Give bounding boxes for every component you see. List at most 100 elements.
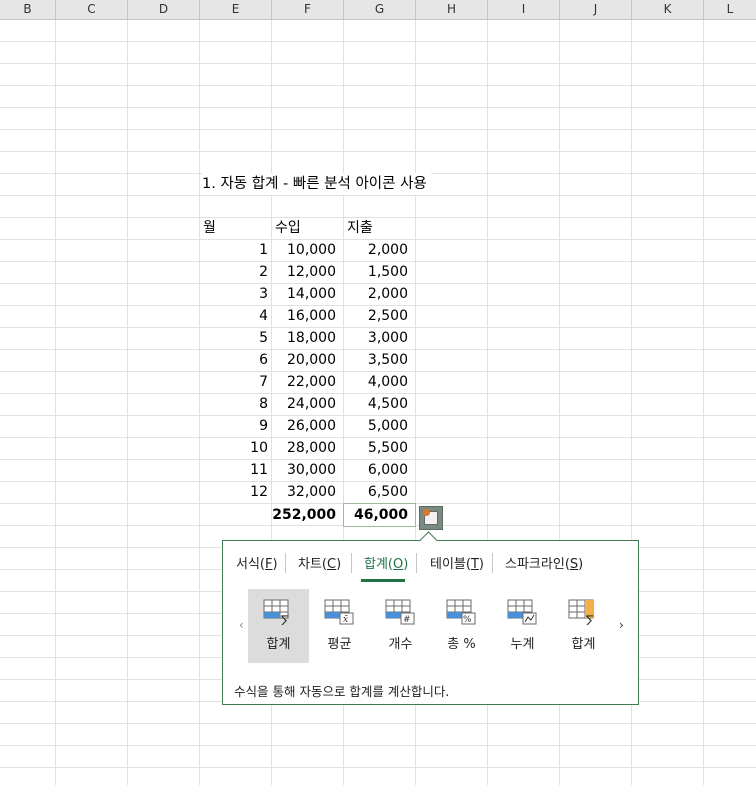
active-tab-underline <box>361 579 405 582</box>
tab-divider <box>351 553 352 573</box>
header-month[interactable]: 월 <box>203 217 216 239</box>
quick-analysis-popup: 서식(F) 차트(C) 합계(O) 테이블(T) 스파크라인(S) ‹ ∑ 합계 <box>222 531 639 705</box>
expense-cell[interactable]: 5,000 <box>344 415 408 437</box>
income-cell[interactable]: 10,000 <box>272 239 336 261</box>
income-cell[interactable]: 30,000 <box>272 459 336 481</box>
month-cell[interactable]: 2 <box>200 261 268 283</box>
expense-cell[interactable]: 4,000 <box>344 371 408 393</box>
tab-sparklines[interactable]: 스파크라인(S) <box>505 553 583 572</box>
gridline <box>55 20 56 785</box>
column-header-bar: B C D E F G H I J K L <box>0 0 756 20</box>
scroll-right-arrow[interactable]: › <box>619 618 624 632</box>
column-header-e[interactable]: E <box>200 0 272 19</box>
tab-divider <box>492 553 493 573</box>
month-cell[interactable]: 10 <box>200 437 268 459</box>
income-cell[interactable]: 18,000 <box>272 327 336 349</box>
month-cell[interactable]: 5 <box>200 327 268 349</box>
average-icon: x̄ <box>324 599 354 625</box>
svg-text:∑: ∑ <box>281 613 289 625</box>
month-cell[interactable]: 7 <box>200 371 268 393</box>
option-sum-columns[interactable]: ∑ 합계 <box>553 589 614 663</box>
month-cell[interactable]: 12 <box>200 481 268 503</box>
month-cell[interactable]: 3 <box>200 283 268 305</box>
month-cell[interactable]: 11 <box>200 459 268 481</box>
option-running-total[interactable]: 누계 <box>492 589 553 663</box>
tab-key: C <box>327 557 337 572</box>
option-description: 수식을 통해 자동으로 합계를 계산합니다. <box>234 684 450 699</box>
sheet-title[interactable]: 1. 자동 합계 - 빠른 분석 아이콘 사용 <box>202 173 431 195</box>
option-label: 총 % <box>447 637 476 652</box>
tab-label: 차트 <box>298 557 322 572</box>
option-label: 누계 <box>510 637 535 652</box>
income-cell[interactable]: 28,000 <box>272 437 336 459</box>
svg-text:%: % <box>463 615 472 625</box>
month-cell[interactable]: 8 <box>200 393 268 415</box>
month-cell[interactable]: 9 <box>200 415 268 437</box>
gridline <box>703 20 704 785</box>
option-label: 합계 <box>571 637 596 652</box>
option-label: 개수 <box>388 637 413 652</box>
tab-key: F <box>265 557 273 572</box>
column-header-f[interactable]: F <box>272 0 344 19</box>
column-header-d[interactable]: D <box>128 0 200 19</box>
column-header-l[interactable]: L <box>704 0 756 19</box>
income-cell[interactable]: 26,000 <box>272 415 336 437</box>
lightning-icon <box>423 509 430 516</box>
expense-cell[interactable]: 4,500 <box>344 393 408 415</box>
expense-cell[interactable]: 2,000 <box>344 283 408 305</box>
month-cell[interactable]: 6 <box>200 349 268 371</box>
count-icon: # <box>385 599 415 625</box>
column-header-b[interactable]: B <box>0 0 56 19</box>
income-cell[interactable]: 14,000 <box>272 283 336 305</box>
income-cell[interactable]: 20,000 <box>272 349 336 371</box>
total-income[interactable]: 252,000 <box>272 504 336 526</box>
column-header-i[interactable]: I <box>488 0 560 19</box>
month-cell[interactable]: 4 <box>200 305 268 327</box>
sum-columns-icon: ∑ <box>568 599 594 625</box>
expense-cell[interactable]: 6,500 <box>344 481 408 503</box>
expense-cell[interactable]: 2,000 <box>344 239 408 261</box>
option-percent-total[interactable]: % 총 % <box>431 589 492 663</box>
income-cell[interactable]: 24,000 <box>272 393 336 415</box>
column-header-c[interactable]: C <box>56 0 128 19</box>
tab-key: S <box>569 557 579 572</box>
option-label: 합계 <box>266 637 291 652</box>
column-header-k[interactable]: K <box>632 0 704 19</box>
month-cell[interactable]: 1 <box>200 239 268 261</box>
column-header-h[interactable]: H <box>416 0 488 19</box>
option-label: 평균 <box>327 637 352 652</box>
tab-label: 합계 <box>364 557 388 572</box>
tab-format[interactable]: 서식(F) <box>236 553 278 572</box>
tab-label: 테이블 <box>430 557 466 572</box>
scroll-left-arrow[interactable]: ‹ <box>239 618 244 632</box>
tab-chart[interactable]: 차트(C) <box>298 553 341 572</box>
gridline <box>127 20 128 785</box>
option-count[interactable]: # 개수 <box>370 589 431 663</box>
income-cell[interactable]: 22,000 <box>272 371 336 393</box>
quick-analysis-button[interactable] <box>419 506 443 530</box>
expense-cell[interactable]: 2,500 <box>344 305 408 327</box>
tab-tables[interactable]: 테이블(T) <box>430 553 484 572</box>
column-header-j[interactable]: J <box>560 0 632 19</box>
svg-text:#: # <box>403 615 411 625</box>
column-header-g[interactable]: G <box>344 0 416 19</box>
expense-cell[interactable]: 1,500 <box>344 261 408 283</box>
svg-text:x̄: x̄ <box>343 615 348 625</box>
svg-text:∑: ∑ <box>586 613 594 625</box>
expense-cell[interactable]: 3,000 <box>344 327 408 349</box>
income-cell[interactable]: 12,000 <box>272 261 336 283</box>
header-income[interactable]: 수입 <box>275 217 301 239</box>
tab-divider <box>285 553 286 573</box>
sum-rows-icon: ∑ <box>263 599 289 625</box>
option-sum-rows[interactable]: ∑ 합계 <box>248 589 309 663</box>
expense-cell[interactable]: 3,500 <box>344 349 408 371</box>
income-cell[interactable]: 32,000 <box>272 481 336 503</box>
total-expense[interactable]: 46,000 <box>344 504 408 526</box>
header-expense[interactable]: 지출 <box>347 217 373 239</box>
expense-cell[interactable]: 5,500 <box>344 437 408 459</box>
income-cell[interactable]: 16,000 <box>272 305 336 327</box>
option-average[interactable]: x̄ 평균 <box>309 589 370 663</box>
expense-cell[interactable]: 6,000 <box>344 459 408 481</box>
tab-label: 스파크라인 <box>505 557 565 572</box>
tab-totals[interactable]: 합계(O) <box>364 553 408 572</box>
